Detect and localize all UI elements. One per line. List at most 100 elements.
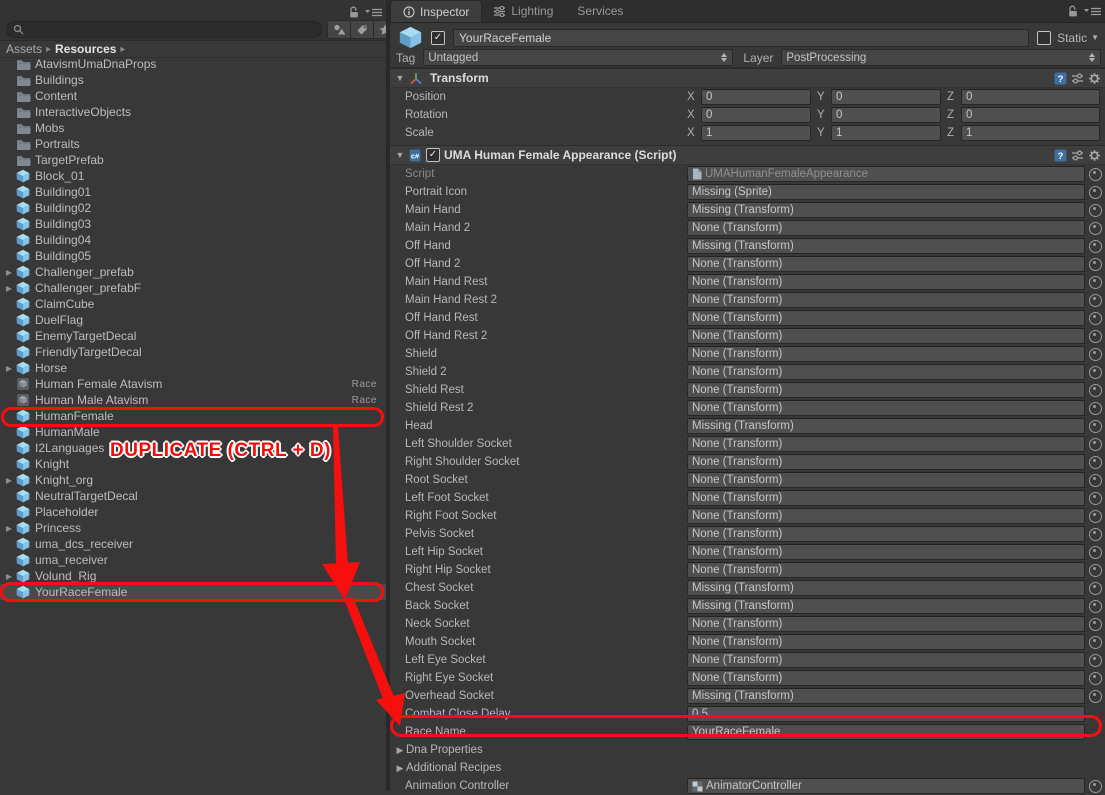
object-picker-icon[interactable] bbox=[1089, 582, 1102, 595]
lock-icon[interactable] bbox=[1068, 5, 1078, 17]
neck-socket-field[interactable]: None (Transform) bbox=[687, 616, 1085, 632]
root-socket-field[interactable]: None (Transform) bbox=[687, 472, 1085, 488]
rotation-z-field[interactable]: 0 bbox=[961, 107, 1100, 123]
overhead-socket-field[interactable]: Missing (Transform) bbox=[687, 688, 1085, 704]
object-picker-icon[interactable] bbox=[1089, 654, 1102, 667]
object-picker-icon[interactable] bbox=[1089, 330, 1102, 343]
foldout-expanded-icon[interactable]: ▼ bbox=[394, 150, 406, 160]
object-picker-icon[interactable] bbox=[1089, 204, 1102, 217]
main-hand-field[interactable]: Missing (Transform) bbox=[687, 202, 1085, 218]
project-item-i2languages[interactable]: I2Languages bbox=[0, 440, 386, 456]
foldout-collapsed-icon[interactable]: ▶ bbox=[394, 763, 406, 774]
project-item-neutraltargetdecal[interactable]: NeutralTargetDecal bbox=[0, 488, 386, 504]
shield-rest-2-field[interactable]: None (Transform) bbox=[687, 400, 1085, 416]
main-hand-rest-2-field[interactable]: None (Transform) bbox=[687, 292, 1085, 308]
gear-icon[interactable] bbox=[1088, 149, 1101, 162]
expand-arrow-icon[interactable]: ▶ bbox=[2, 284, 16, 293]
object-picker-icon[interactable] bbox=[1089, 492, 1102, 505]
foldout-collapsed-icon[interactable]: ▶ bbox=[394, 745, 406, 756]
project-item-block-01[interactable]: Block_01 bbox=[0, 168, 386, 184]
mouth-socket-field[interactable]: None (Transform) bbox=[687, 634, 1085, 650]
search-input[interactable] bbox=[6, 21, 322, 38]
off-hand-rest-field[interactable]: None (Transform) bbox=[687, 310, 1085, 326]
object-picker-icon[interactable] bbox=[1089, 636, 1102, 649]
object-picker-icon[interactable] bbox=[1089, 546, 1102, 559]
right-eye-socket-field[interactable]: None (Transform) bbox=[687, 670, 1085, 686]
left-hip-socket-field[interactable]: None (Transform) bbox=[687, 544, 1085, 560]
chest-socket-field[interactable]: Missing (Transform) bbox=[687, 580, 1085, 596]
object-picker-icon[interactable] bbox=[1089, 366, 1102, 379]
object-picker-icon[interactable] bbox=[1089, 456, 1102, 469]
object-picker-icon[interactable] bbox=[1089, 348, 1102, 361]
project-item-knight-org[interactable]: ▶Knight_org bbox=[0, 472, 386, 488]
project-item-claimcube[interactable]: ClaimCube bbox=[0, 296, 386, 312]
rotation-y-field[interactable]: 0 bbox=[831, 107, 941, 123]
object-picker-icon[interactable] bbox=[1089, 420, 1102, 433]
off-hand-field[interactable]: Missing (Transform) bbox=[687, 238, 1085, 254]
static-checkbox[interactable] bbox=[1037, 31, 1051, 45]
search-by-type-button[interactable] bbox=[327, 20, 351, 39]
expand-arrow-icon[interactable]: ▶ bbox=[2, 572, 16, 581]
right-hip-socket-field[interactable]: None (Transform) bbox=[687, 562, 1085, 578]
project-item-uma-receiver[interactable]: uma_receiver bbox=[0, 552, 386, 568]
presets-icon[interactable] bbox=[1071, 149, 1084, 162]
lock-icon[interactable] bbox=[349, 6, 359, 18]
project-item-humanmale[interactable]: HumanMale bbox=[0, 424, 386, 440]
object-picker-icon[interactable] bbox=[1089, 600, 1102, 613]
right-shoulder-socket-field[interactable]: None (Transform) bbox=[687, 454, 1085, 470]
foldout-expanded-icon[interactable]: ▼ bbox=[394, 73, 406, 83]
layer-dropdown[interactable]: PostProcessing bbox=[781, 49, 1101, 66]
object-picker-icon[interactable] bbox=[1089, 510, 1102, 523]
shield-2-field[interactable]: None (Transform) bbox=[687, 364, 1085, 380]
component-enabled-checkbox[interactable]: ✓ bbox=[426, 148, 440, 162]
project-item-interactiveobjects[interactable]: InteractiveObjects bbox=[0, 104, 386, 120]
object-picker-icon[interactable] bbox=[1089, 186, 1102, 199]
off-hand-2-field[interactable]: None (Transform) bbox=[687, 256, 1085, 272]
project-item-friendlytargetdecal[interactable]: FriendlyTargetDecal bbox=[0, 344, 386, 360]
rotation-x-field[interactable]: 0 bbox=[701, 107, 811, 123]
expand-arrow-icon[interactable]: ▶ bbox=[2, 364, 16, 373]
tab-lighting[interactable]: Lighting bbox=[482, 0, 565, 22]
back-socket-field[interactable]: Missing (Transform) bbox=[687, 598, 1085, 614]
static-dropdown-icon[interactable]: ▼ bbox=[1091, 33, 1099, 42]
presets-icon[interactable] bbox=[1071, 72, 1084, 85]
project-item-volund-rig[interactable]: ▶Volund_Rig bbox=[0, 568, 386, 584]
tab-services[interactable]: Services bbox=[565, 0, 635, 22]
project-item-humanfemale[interactable]: HumanFemale bbox=[0, 408, 386, 424]
shield-field[interactable]: None (Transform) bbox=[687, 346, 1085, 362]
project-item-duelflag[interactable]: DuelFlag bbox=[0, 312, 386, 328]
project-item-building04[interactable]: Building04 bbox=[0, 232, 386, 248]
portrait-icon-field[interactable]: Missing (Sprite) bbox=[687, 184, 1085, 200]
project-item-building01[interactable]: Building01 bbox=[0, 184, 386, 200]
tag-dropdown[interactable]: Untagged bbox=[423, 49, 733, 66]
gear-icon[interactable] bbox=[1088, 72, 1101, 85]
left-eye-socket-field[interactable]: None (Transform) bbox=[687, 652, 1085, 668]
left-foot-socket-field[interactable]: None (Transform) bbox=[687, 490, 1085, 506]
project-item-knight[interactable]: Knight bbox=[0, 456, 386, 472]
object-picker-icon[interactable] bbox=[1089, 240, 1102, 253]
expand-arrow-icon[interactable]: ▶ bbox=[2, 476, 16, 485]
project-item-building02[interactable]: Building02 bbox=[0, 200, 386, 216]
head-field[interactable]: Missing (Transform) bbox=[687, 418, 1085, 434]
breadcrumb-current[interactable]: Resources bbox=[55, 42, 116, 56]
project-item-uma-dcs-receiver[interactable]: uma_dcs_receiver bbox=[0, 536, 386, 552]
scale-x-field[interactable]: 1 bbox=[701, 125, 811, 141]
script-field[interactable]: UMAHumanFemaleAppearance bbox=[687, 166, 1085, 182]
transform-component-header[interactable]: ▼ Transform ? bbox=[390, 68, 1105, 88]
expand-arrow-icon[interactable]: ▶ bbox=[2, 524, 16, 533]
active-checkbox[interactable]: ✓ bbox=[431, 31, 445, 45]
position-z-field[interactable]: 0 bbox=[961, 89, 1100, 105]
project-item-atavismumadnaprops[interactable]: AtavismUmaDnaProps bbox=[0, 56, 386, 72]
project-item-content[interactable]: Content bbox=[0, 88, 386, 104]
race-name-field[interactable]: YourRaceFemale bbox=[687, 724, 1085, 740]
project-item-challenger-prefabf[interactable]: ▶Challenger_prefabF bbox=[0, 280, 386, 296]
object-picker-icon[interactable] bbox=[1089, 438, 1102, 451]
gameobject-name-field[interactable]: YourRaceFemale bbox=[453, 29, 1029, 47]
project-item-enemytargetdecal[interactable]: EnemyTargetDecal bbox=[0, 328, 386, 344]
project-item-portraits[interactable]: Portraits bbox=[0, 136, 386, 152]
pelvis-socket-field[interactable]: None (Transform) bbox=[687, 526, 1085, 542]
panel-menu-icon[interactable] bbox=[1084, 7, 1101, 16]
position-y-field[interactable]: 0 bbox=[831, 89, 941, 105]
expand-arrow-icon[interactable]: ▶ bbox=[2, 268, 16, 277]
animation-controller-field[interactable]: AnimatorController bbox=[687, 778, 1085, 794]
